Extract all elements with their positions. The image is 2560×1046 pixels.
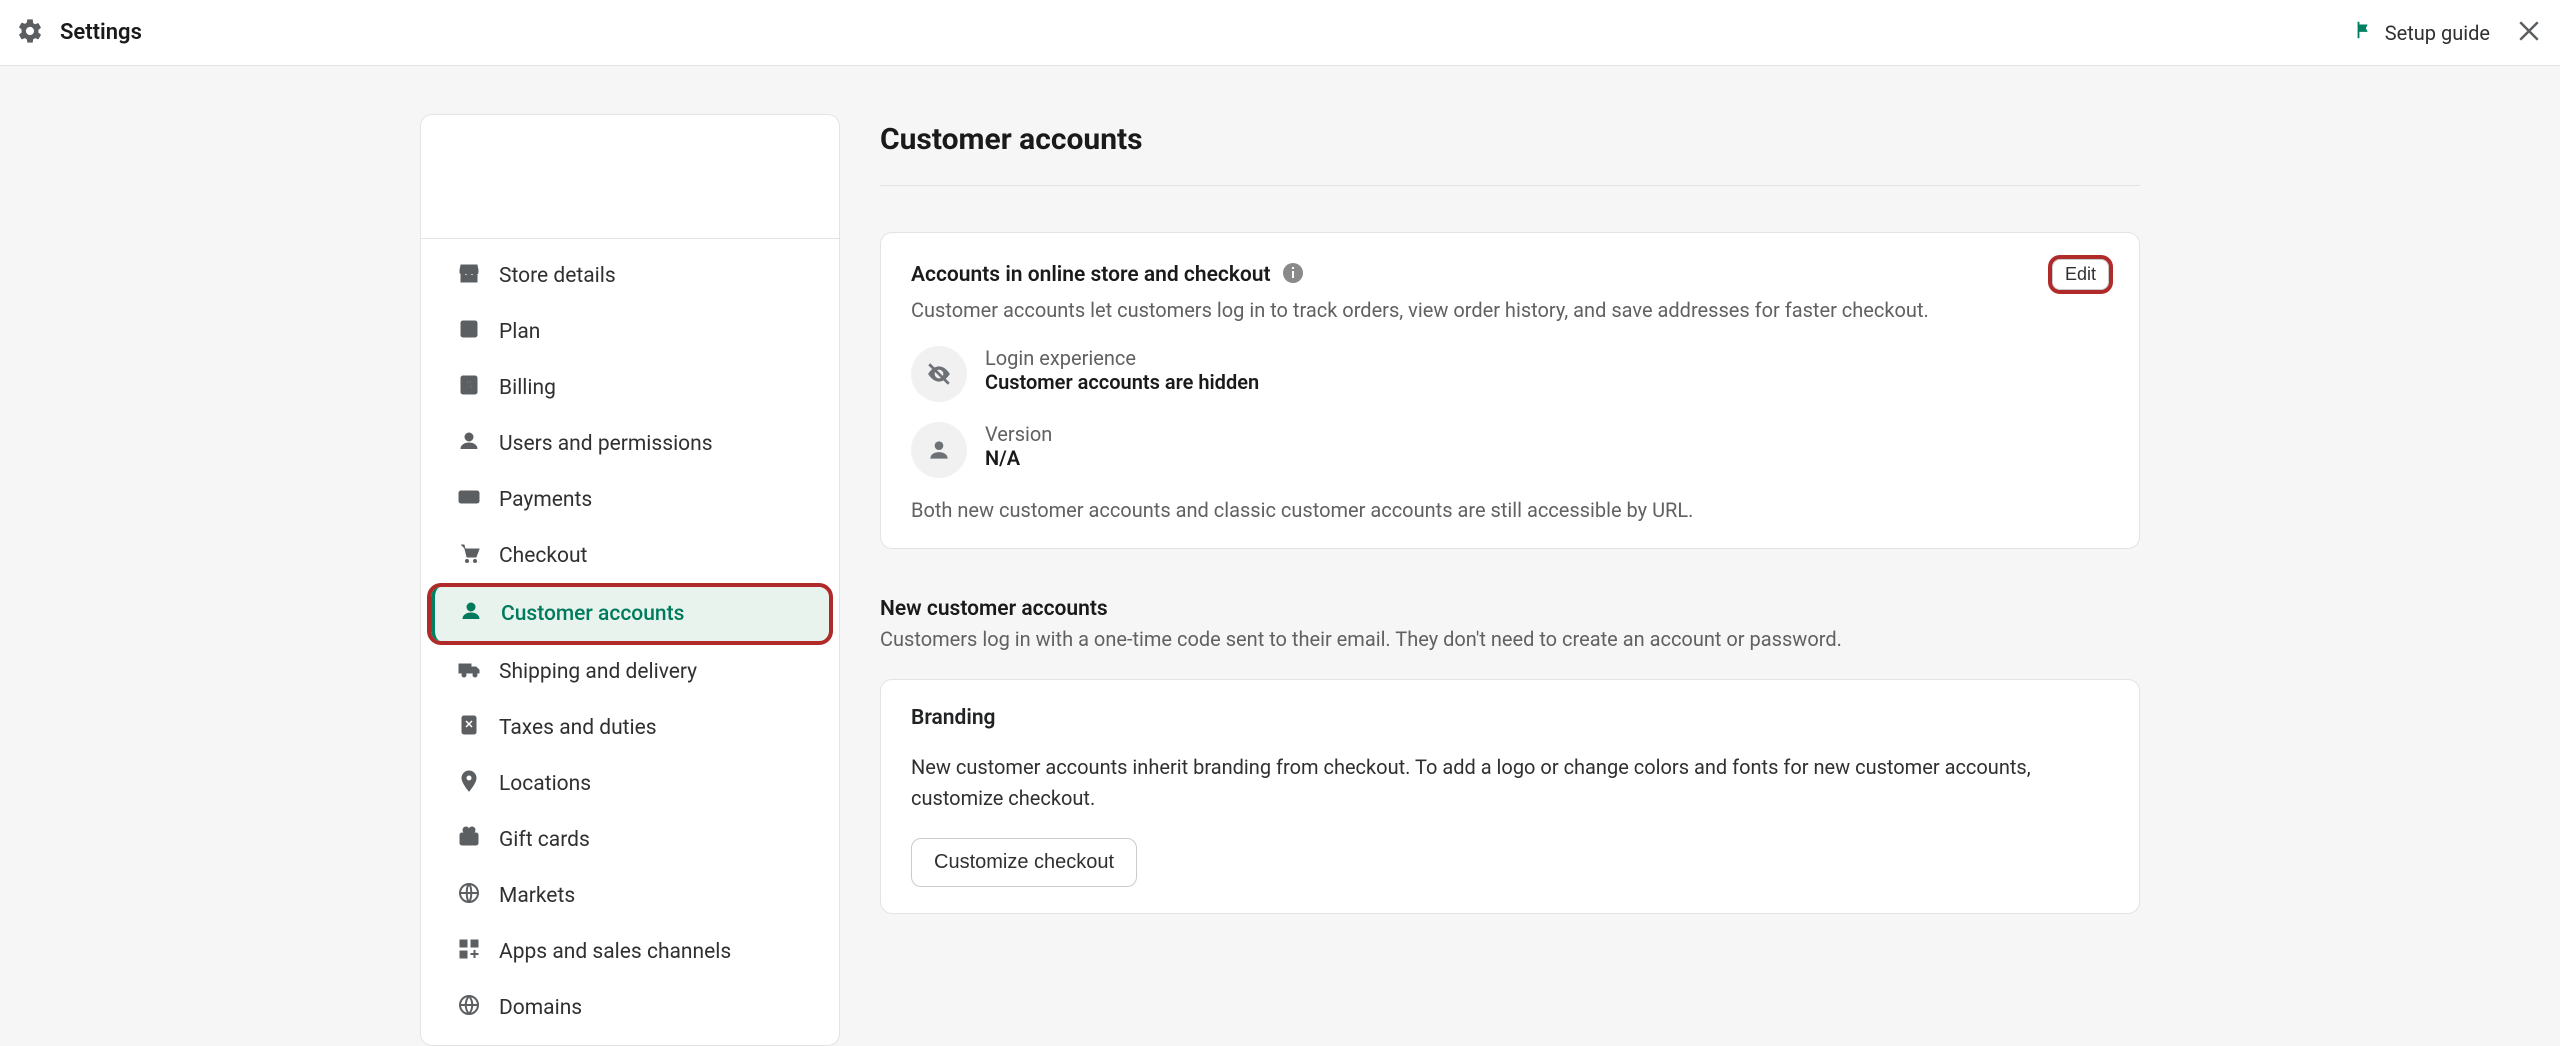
hidden-icon — [911, 346, 967, 402]
apps-icon — [457, 937, 481, 967]
login-experience-label: Login experience — [985, 346, 1259, 370]
topbar-right: Setup guide — [2353, 16, 2544, 50]
sidebar-item-markets[interactable]: Markets — [429, 869, 831, 923]
users-icon — [457, 429, 481, 459]
page-title: Settings — [60, 20, 142, 45]
close-icon[interactable] — [2514, 16, 2544, 50]
nav-label: Taxes and duties — [499, 716, 657, 740]
payments-icon — [457, 485, 481, 515]
sidebar-header — [421, 115, 839, 239]
nav-label: Apps and sales channels — [499, 940, 731, 964]
sidebar-nav: Store details Plan $ Billing Users and p… — [421, 239, 839, 1045]
body-wrap: Store details Plan $ Billing Users and p… — [0, 66, 2560, 1046]
branding-title: Branding — [911, 706, 2109, 730]
new-accounts-sub: Customers log in with a one-time code se… — [880, 627, 2140, 651]
sidebar-item-gift-cards[interactable]: Gift cards — [429, 813, 831, 867]
version-row: Version N/A — [911, 422, 2109, 478]
accounts-card-title: Accounts in online store and checkout — [911, 263, 1271, 287]
nav-label: Users and permissions — [499, 432, 713, 456]
billing-icon: $ — [457, 373, 481, 403]
version-value: N/A — [985, 446, 1052, 470]
card-header-row: Accounts in online store and checkout Ed… — [911, 259, 2109, 290]
nav-label: Gift cards — [499, 828, 590, 852]
sidebar-item-locations[interactable]: Locations — [429, 757, 831, 811]
flag-icon — [2353, 19, 2375, 46]
customer-icon — [459, 599, 483, 629]
sidebar-item-users[interactable]: Users and permissions — [429, 417, 831, 471]
nav-label: Shipping and delivery — [499, 660, 697, 684]
sidebar-item-customer-accounts[interactable]: Customer accounts — [431, 587, 829, 641]
login-experience-text: Login experience Customer accounts are h… — [985, 346, 1259, 394]
sidebar-item-plan[interactable]: Plan — [429, 305, 831, 359]
card-title-group: Accounts in online store and checkout — [911, 261, 1305, 289]
sidebar-item-checkout[interactable]: Checkout — [429, 529, 831, 583]
new-accounts-heading: New customer accounts — [880, 597, 2140, 621]
shipping-icon — [457, 657, 481, 687]
store-icon — [457, 261, 481, 291]
nav-label: Billing — [499, 376, 556, 400]
nav-label: Domains — [499, 996, 582, 1020]
branding-card: Branding New customer accounts inherit b… — [880, 679, 2140, 914]
sidebar-item-store-details[interactable]: Store details — [429, 249, 831, 303]
giftcard-icon — [457, 825, 481, 855]
nav-label: Store details — [499, 264, 616, 288]
sidebar-item-apps[interactable]: Apps and sales channels — [429, 925, 831, 979]
sidebar-item-billing[interactable]: $ Billing — [429, 361, 831, 415]
accounts-card-subtitle: Customer accounts let customers log in t… — [911, 298, 2109, 322]
gear-icon — [16, 17, 44, 49]
person-icon — [911, 422, 967, 478]
taxes-icon — [457, 713, 481, 743]
login-experience-value: Customer accounts are hidden — [985, 370, 1259, 394]
login-experience-row: Login experience Customer accounts are h… — [911, 346, 2109, 402]
nav-label: Checkout — [499, 544, 587, 568]
version-text: Version N/A — [985, 422, 1052, 470]
nav-label: Plan — [499, 320, 540, 344]
nav-label: Locations — [499, 772, 591, 796]
plan-icon — [457, 317, 481, 347]
nav-label: Markets — [499, 884, 575, 908]
settings-sidebar: Store details Plan $ Billing Users and p… — [420, 114, 840, 1046]
domains-icon — [457, 993, 481, 1023]
topbar-left: Settings — [16, 17, 142, 49]
accounts-card: Accounts in online store and checkout Ed… — [880, 232, 2140, 549]
nav-label: Customer accounts — [501, 602, 684, 626]
branding-body: New customer accounts inherit branding f… — [911, 752, 2109, 814]
locations-icon — [457, 769, 481, 799]
sidebar-item-payments[interactable]: Payments — [429, 473, 831, 527]
page-heading: Customer accounts — [880, 114, 2140, 186]
markets-icon — [457, 881, 481, 911]
sidebar-item-taxes[interactable]: Taxes and duties — [429, 701, 831, 755]
version-label: Version — [985, 422, 1052, 446]
new-accounts-section: New customer accounts Customers log in w… — [880, 597, 2140, 651]
nav-label: Payments — [499, 488, 592, 512]
edit-button[interactable]: Edit — [2052, 259, 2109, 290]
accounts-card-footnote: Both new customer accounts and classic c… — [911, 498, 2109, 522]
setup-guide-link[interactable]: Setup guide — [2353, 19, 2490, 46]
customize-checkout-button[interactable]: Customize checkout — [911, 838, 1137, 887]
sidebar-item-domains[interactable]: Domains — [429, 981, 831, 1035]
info-icon[interactable] — [1281, 261, 1305, 289]
top-bar: Settings Setup guide — [0, 0, 2560, 66]
sidebar-item-shipping[interactable]: Shipping and delivery — [429, 645, 831, 699]
svg-text:$: $ — [466, 378, 473, 392]
checkout-icon — [457, 541, 481, 571]
setup-guide-label: Setup guide — [2385, 21, 2490, 45]
main-content: Customer accounts Accounts in online sto… — [880, 114, 2140, 1046]
